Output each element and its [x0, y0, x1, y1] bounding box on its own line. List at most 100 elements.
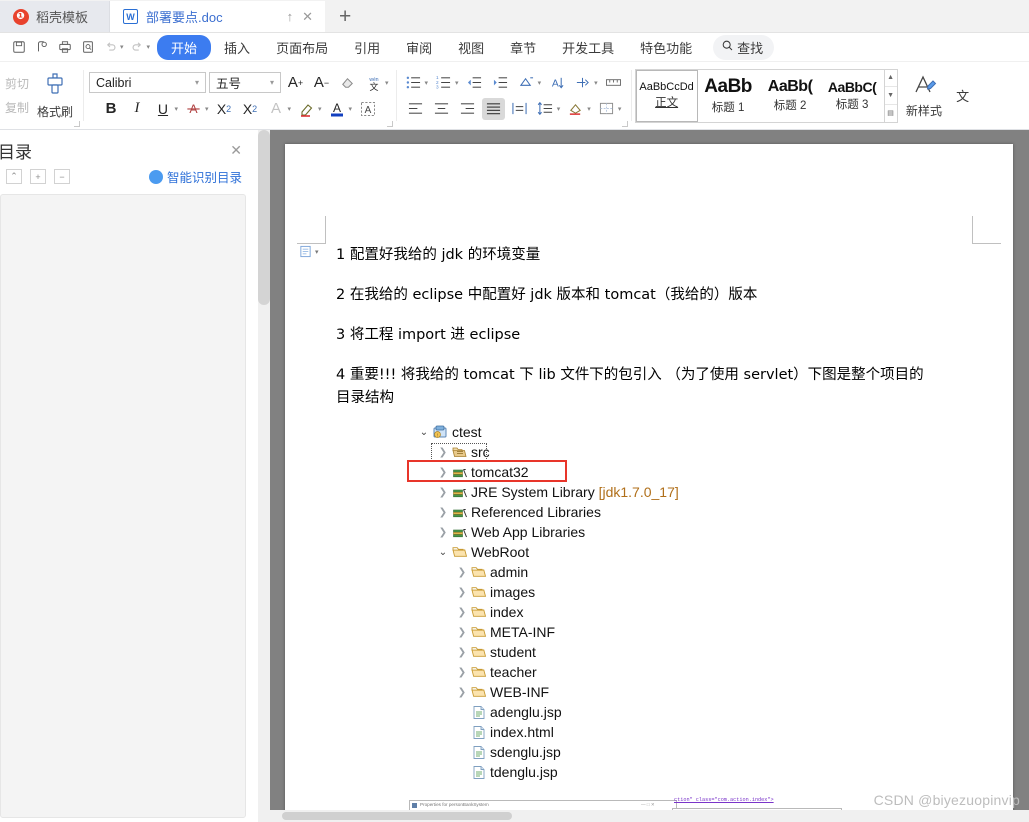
- format-painter-button[interactable]: 格式刷: [32, 71, 78, 120]
- chevron-down-icon[interactable]: ▾: [266, 78, 278, 87]
- az-sort-icon[interactable]: A: [545, 72, 568, 94]
- collapsed-twisty-icon[interactable]: ❯: [455, 647, 469, 658]
- eclipse-project-tree-image[interactable]: ⌄ ! ctest ❯ src ❯ tomcat32 ❯ JRE System …: [407, 422, 679, 782]
- font-family-combo[interactable]: Calibri ▾: [89, 72, 207, 93]
- tree-row-adenglu-jsp[interactable]: adenglu.jsp: [417, 702, 679, 722]
- document-vertical-scrollbar[interactable]: [258, 130, 270, 822]
- doc-paragraph-4[interactable]: 4 重要!!! 将我给的 tomcat 下 lib 文件下的包引入 （为了使用 …: [336, 363, 924, 384]
- font-color-icon[interactable]: A: [326, 98, 349, 120]
- align-center-icon[interactable]: [430, 98, 453, 120]
- clear-formatting-icon[interactable]: [336, 72, 359, 94]
- collapsed-twisty-icon[interactable]: ❯: [455, 567, 469, 578]
- close-icon[interactable]: ✕: [230, 142, 242, 159]
- collapsed-twisty-icon[interactable]: ❯: [455, 607, 469, 618]
- grow-font-button[interactable]: A +: [284, 72, 307, 94]
- distribute-icon[interactable]: [508, 98, 531, 120]
- tree-row-src[interactable]: ❯ src: [417, 442, 679, 462]
- numbered-list-icon[interactable]: 123: [432, 72, 455, 94]
- superscript-button[interactable]: X2: [213, 98, 236, 120]
- tab-daoke-template[interactable]: ❶ 稻壳模板: [0, 1, 110, 32]
- expanded-twisty-icon[interactable]: ⌄: [436, 547, 450, 558]
- decrease-indent-icon[interactable]: [463, 72, 486, 94]
- shading-icon[interactable]: [564, 98, 587, 120]
- new-style-button[interactable]: 新样式▾: [898, 73, 952, 119]
- save-icon[interactable]: [8, 37, 29, 58]
- scroll-up-icon[interactable]: ▲: [884, 70, 897, 88]
- tree-row-webroot[interactable]: ⌄ WebRoot: [417, 542, 679, 562]
- document-horizontal-scrollbar[interactable]: [270, 810, 1029, 822]
- bold-button[interactable]: B: [99, 98, 122, 120]
- cut-button[interactable]: 剪切: [5, 75, 29, 92]
- highlight-dropdown-icon[interactable]: ▾: [318, 105, 322, 113]
- borders-dropdown-icon[interactable]: ▾: [618, 105, 622, 113]
- tree-row-meta-inf[interactable]: ❯ META-INF: [417, 622, 679, 642]
- underline-button[interactable]: U: [151, 98, 174, 120]
- menu-tab-developer[interactable]: 开发工具: [549, 35, 627, 60]
- undo-icon[interactable]: [100, 37, 121, 58]
- tree-row-images[interactable]: ❯ images: [417, 582, 679, 602]
- style-gallery-scrollbar[interactable]: ▲ ▼ ▤: [883, 69, 897, 122]
- underline-dropdown-icon[interactable]: ▾: [174, 105, 178, 113]
- pinyin-dropdown-icon[interactable]: ▾: [385, 79, 389, 87]
- copy-button[interactable]: 复制: [5, 99, 29, 116]
- qat-customize-icon[interactable]: ▾: [147, 43, 151, 51]
- dialog-window-controls[interactable]: — □ ✕: [641, 802, 655, 808]
- menu-tab-section[interactable]: 章节: [497, 35, 549, 60]
- tree-row-index-html[interactable]: index.html: [417, 722, 679, 742]
- tree-row-tdenglu-jsp[interactable]: tdenglu.jsp: [417, 762, 679, 782]
- redo-icon[interactable]: [127, 37, 148, 58]
- new-style-dropdown-icon[interactable]: ▾: [939, 110, 943, 117]
- italic-button[interactable]: I: [125, 98, 148, 120]
- doc-paragraph-2[interactable]: 2 在我给的 eclipse 中配置好 jdk 版本和 tomcat（我给的）版…: [336, 283, 757, 304]
- tree-row-web-inf[interactable]: ❯ WEB-INF: [417, 682, 679, 702]
- menu-tab-view[interactable]: 视图: [445, 35, 497, 60]
- collapsed-twisty-icon[interactable]: ❯: [455, 627, 469, 638]
- tree-row-student[interactable]: ❯ student: [417, 642, 679, 662]
- collapsed-twisty-icon[interactable]: ❯: [436, 487, 450, 498]
- collapse-all-button[interactable]: ⌃: [6, 169, 22, 184]
- document-canvas[interactable]: ▾ 1 配置好我给的 jdk 的环境变量 2 在我给的 eclipse 中配置好…: [270, 130, 1029, 822]
- style-heading-2[interactable]: AaBb( 标题 2: [760, 70, 822, 122]
- pinyin-guide-icon[interactable]: wén 文: [362, 72, 385, 94]
- expanded-twisty-icon[interactable]: ⌄: [417, 427, 431, 438]
- undo-dropdown-icon[interactable]: ▾: [120, 43, 124, 51]
- toc-list[interactable]: [0, 194, 246, 818]
- menu-tab-references[interactable]: 引用: [341, 35, 393, 60]
- close-tab-icon[interactable]: ✕: [302, 10, 313, 23]
- character-border-icon[interactable]: A: [356, 98, 379, 120]
- menu-tab-insert[interactable]: 插入: [211, 35, 263, 60]
- collapsed-twisty-icon[interactable]: ❯: [455, 667, 469, 678]
- tree-row-sdenglu-jsp[interactable]: sdenglu.jsp: [417, 742, 679, 762]
- paragraph-dialog-launcher[interactable]: [621, 121, 628, 127]
- clipboard-dialog-launcher[interactable]: [74, 121, 81, 127]
- menu-tab-features[interactable]: 特色功能: [627, 35, 705, 60]
- paragraph-marks-dropdown-icon[interactable]: ▾: [594, 79, 598, 87]
- ruler-icon[interactable]: [602, 72, 625, 94]
- tree-row-index[interactable]: ❯ index: [417, 602, 679, 622]
- tree-row-ctest[interactable]: ⌄ ! ctest: [417, 422, 679, 442]
- tree-row-jre-system-library[interactable]: ❯ JRE System Library [jdk1.7.0_17]: [417, 482, 679, 502]
- borders-icon[interactable]: [595, 98, 618, 120]
- collapsed-twisty-icon[interactable]: ❯: [436, 507, 450, 518]
- align-right-icon[interactable]: [456, 98, 479, 120]
- style-normal[interactable]: AaBbCcDd 正文: [635, 69, 698, 122]
- tab-document[interactable]: W 部署要点.doc ↑ ✕: [110, 1, 325, 32]
- menu-tab-start[interactable]: 开始: [157, 34, 212, 60]
- bullet-dropdown-icon[interactable]: ▾: [425, 79, 429, 87]
- new-tab-button[interactable]: +: [325, 1, 365, 32]
- doc-paragraph-3[interactable]: 3 将工程 import 进 eclipse: [336, 323, 520, 344]
- scrollbar-thumb[interactable]: [258, 130, 270, 305]
- doc-paragraph-4-cont[interactable]: 目录结构: [336, 386, 394, 407]
- sort-dropdown-icon[interactable]: ▾: [538, 79, 542, 87]
- font-size-combo[interactable]: 五号 ▾: [209, 72, 282, 93]
- highlight-color-icon[interactable]: [295, 98, 318, 120]
- document-page[interactable]: ▾ 1 配置好我给的 jdk 的环境变量 2 在我给的 eclipse 中配置好…: [285, 144, 1013, 822]
- line-spacing-icon[interactable]: [534, 98, 557, 120]
- menu-tab-review[interactable]: 审阅: [393, 35, 445, 60]
- align-left-icon[interactable]: [404, 98, 427, 120]
- scroll-down-icon[interactable]: ▼: [884, 87, 897, 105]
- tree-row-web-app-libraries[interactable]: ❯ Web App Libraries: [417, 522, 679, 542]
- show-paragraph-marks-icon[interactable]: [571, 72, 594, 94]
- scrollbar-thumb[interactable]: [282, 812, 512, 820]
- style-heading-3[interactable]: AaBbC( 标题 3: [822, 70, 884, 122]
